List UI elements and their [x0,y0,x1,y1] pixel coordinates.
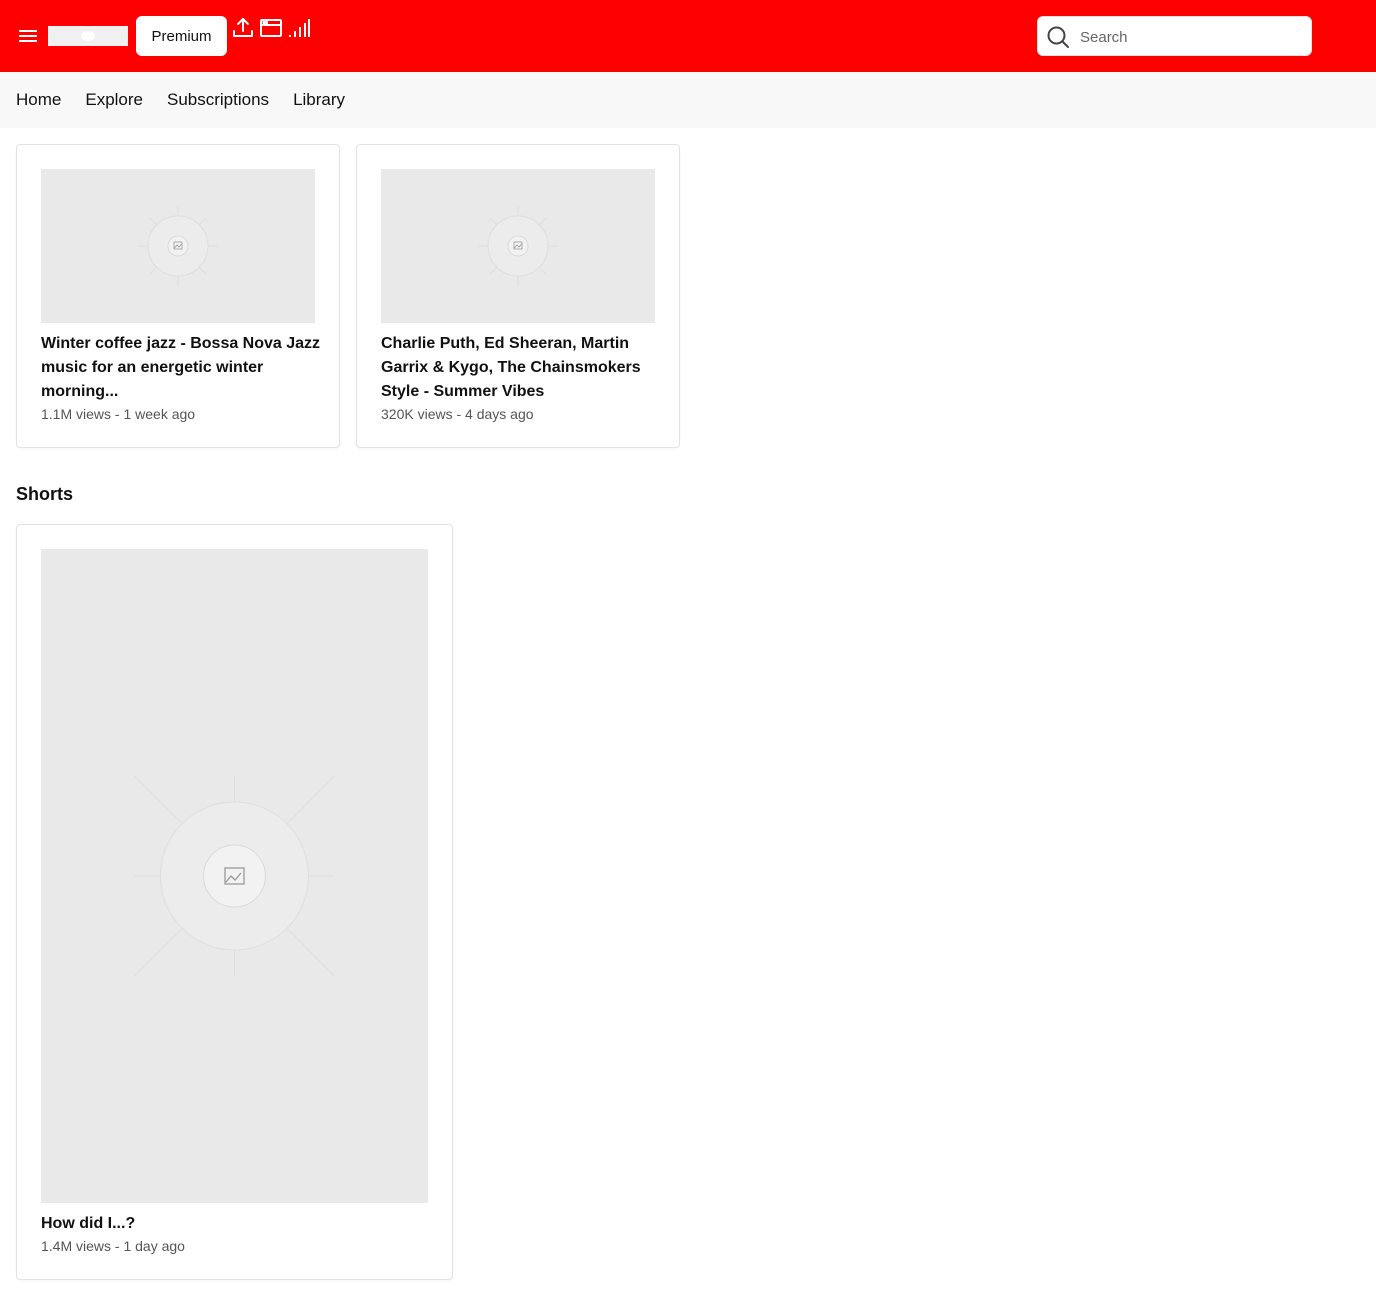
nav-item-home[interactable]: Home [16,90,61,110]
short-thumbnail[interactable] [41,549,428,1203]
video-meta: 320K views - 4 days ago [381,406,534,422]
upload-icon[interactable] [231,16,255,40]
short-meta: 1.4M views - 1 day ago [41,1238,185,1254]
short-card[interactable]: How did I...? 1.4M views - 1 day ago [16,524,453,1280]
nav-item-subscriptions[interactable]: Subscriptions [167,90,269,110]
nav-item-explore[interactable]: Explore [85,90,143,110]
logo[interactable] [48,26,128,46]
search-input[interactable] [1078,23,1304,51]
video-thumbnail[interactable] [41,169,315,323]
logo-mark [81,31,95,41]
signal-bars-icon[interactable] [287,16,311,40]
video-thumbnail[interactable] [381,169,655,323]
search-box[interactable] [1037,16,1312,56]
browser-window-icon[interactable] [259,16,283,40]
image-placeholder-icon [138,206,218,286]
premium-button[interactable]: Premium [136,16,227,56]
video-card[interactable]: Charlie Puth, Ed Sheeran, Martin Garrix … [356,144,680,448]
image-placeholder-icon [478,206,558,286]
search-icon [1046,25,1070,49]
image-placeholder-icon [134,775,335,977]
menu-icon[interactable] [16,24,40,48]
top-header: Premium [0,0,1376,72]
nav-bar: Home Explore Subscriptions Library [0,72,1376,128]
video-title[interactable]: Charlie Puth, Ed Sheeran, Martin Garrix … [381,332,661,404]
section-heading-shorts: Shorts [16,484,74,504]
video-title[interactable]: Winter coffee jazz - Bossa Nova Jazz mus… [41,332,321,404]
short-title[interactable]: How did I...? [41,1212,428,1236]
video-card[interactable]: Winter coffee jazz - Bossa Nova Jazz mus… [16,144,340,448]
nav-item-library[interactable]: Library [293,90,345,110]
video-meta: 1.1M views - 1 week ago [41,406,196,422]
